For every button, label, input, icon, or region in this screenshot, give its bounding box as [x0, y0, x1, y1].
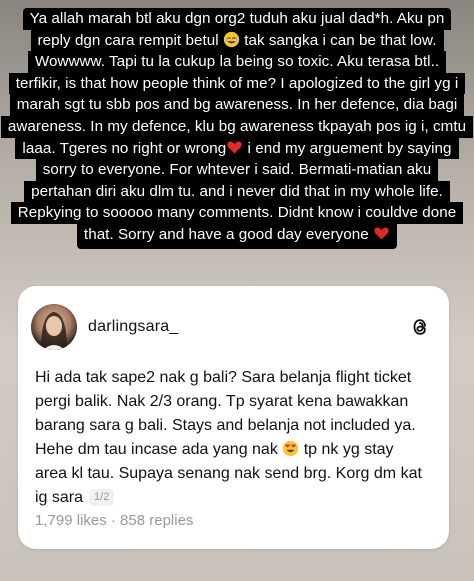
- post-text-line: pergi balik. Nak 2/3 orang. Tp syarat ke…: [35, 393, 409, 410]
- avatar-portrait-icon: [41, 312, 67, 350]
- story-text-line: marah sgt tu sbb pos and bg awareness. I…: [9, 94, 465, 116]
- story-text-line: terfikir, is that how people think of me…: [8, 72, 466, 95]
- threads-icon[interactable]: [409, 315, 431, 339]
- post-text-line: barang sara g bali. Stays and belanja no…: [35, 417, 416, 434]
- red-heart-emoji-icon: [227, 141, 242, 154]
- story-text-line: Repkying to sooooo many comments. Didnt …: [10, 202, 464, 224]
- story-text-line: sorry to everyone. For whtever i said. B…: [35, 159, 439, 181]
- post-username[interactable]: darlingsara_: [88, 318, 178, 336]
- story-text-line: Ya allah marah btl aku dgn org2 tuduh ak…: [22, 8, 452, 30]
- story-text-line: reply dgn cara rempit betul tak sangka i…: [30, 29, 444, 52]
- story-text-line: laaa. Tgeres no right or wrong i end my …: [15, 137, 459, 160]
- post-body: Hi ada tak sape2 nak g bali? Sara belanj…: [35, 366, 435, 510]
- story-text-block: Ya allah marah btl aku dgn org2 tuduh ak…: [0, 0, 474, 249]
- story-text-line: awareness. In my defence, klu bg awarene…: [0, 115, 474, 138]
- story-text-line: pertahan diri aku dlm tu. and i never di…: [24, 180, 450, 203]
- heart-eyes-emoji-icon: [283, 440, 299, 457]
- rolling-laughing-emoji-icon: [223, 31, 240, 47]
- avatar[interactable]: [31, 304, 77, 350]
- story-text-line: Wowwww. Tapi tu la cukup la being so tox…: [27, 51, 447, 73]
- post-stats[interactable]: 1,799 likes · 858 replies: [35, 512, 193, 529]
- post-text-line: ig sara 1/2: [35, 486, 435, 510]
- post-text-line: Hehe dm tau incase ada yang nak tp nk yg…: [35, 440, 394, 458]
- page-indicator[interactable]: 1/2: [89, 489, 115, 506]
- post-text-line: Hi ada tak sape2 nak g bali? Sara belanj…: [35, 369, 412, 386]
- story-text-line: that. Sorry and have a good day everyone: [76, 223, 398, 249]
- threads-post-card[interactable]: darlingsara_ Hi ada tak sape2 nak g bali…: [18, 286, 449, 549]
- red-heart-emoji-icon: [374, 227, 389, 240]
- post-text-line: area kl tau. Supaya senang nak send brg.…: [35, 465, 422, 482]
